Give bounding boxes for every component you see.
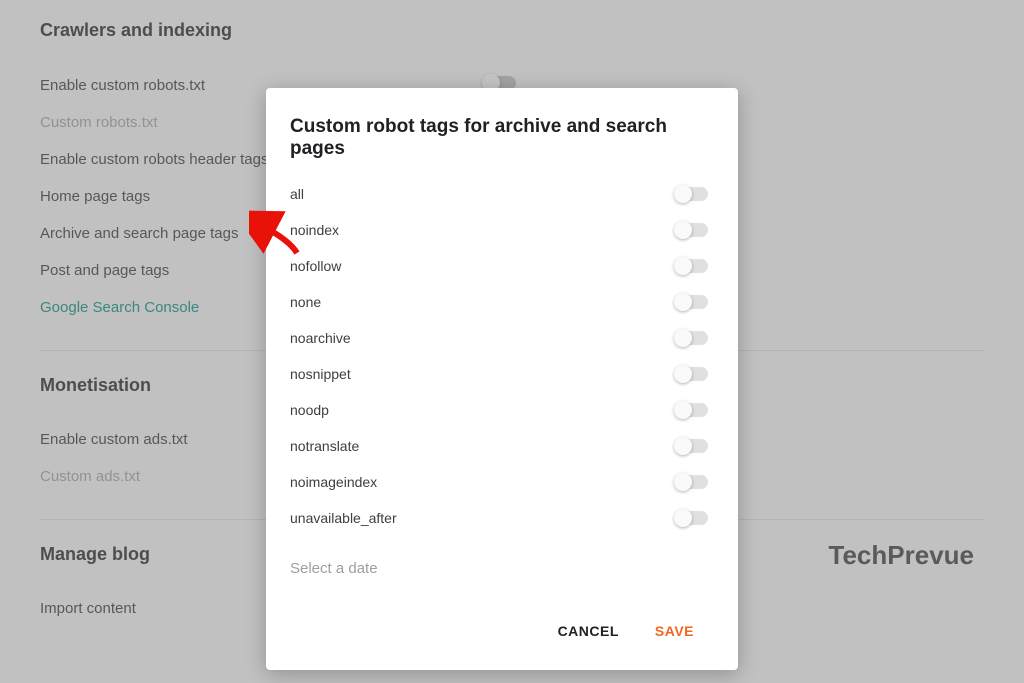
tag-row-noodp: noodp <box>266 392 738 428</box>
tag-label: nosnippet <box>290 366 351 382</box>
tag-label: all <box>290 186 304 202</box>
toggle-noimageindex[interactable] <box>676 475 708 489</box>
toggle-all[interactable] <box>676 187 708 201</box>
tag-label: none <box>290 294 321 310</box>
tag-label: notranslate <box>290 438 359 454</box>
toggle-none[interactable] <box>676 295 708 309</box>
tag-label: noarchive <box>290 330 351 346</box>
dialog-robot-tags: Custom robot tags for archive and search… <box>266 88 738 670</box>
tag-row-nofollow: nofollow <box>266 248 738 284</box>
toggle-unavailable-after[interactable] <box>676 511 708 525</box>
cancel-button[interactable]: CANCEL <box>554 617 623 645</box>
tag-row-noindex: noindex <box>266 212 738 248</box>
toggle-noodp[interactable] <box>676 403 708 417</box>
select-date[interactable]: Select a date <box>266 536 738 607</box>
tag-row-noarchive: noarchive <box>266 320 738 356</box>
toggle-nofollow[interactable] <box>676 259 708 273</box>
tag-row-all: all <box>266 176 738 212</box>
save-button[interactable]: SAVE <box>651 617 698 645</box>
tag-row-nosnippet: nosnippet <box>266 356 738 392</box>
tag-row-noimageindex: noimageindex <box>266 464 738 500</box>
tag-row-none: none <box>266 284 738 320</box>
dialog-footer: CANCEL SAVE <box>266 607 738 655</box>
tag-label: noodp <box>290 402 329 418</box>
tag-label: noimageindex <box>290 474 377 490</box>
tag-label: noindex <box>290 222 339 238</box>
toggle-notranslate[interactable] <box>676 439 708 453</box>
toggle-noindex[interactable] <box>676 223 708 237</box>
tag-row-notranslate: notranslate <box>266 428 738 464</box>
toggle-noarchive[interactable] <box>676 331 708 345</box>
dialog-title: Custom robot tags for archive and search… <box>266 88 738 176</box>
tag-label: unavailable_after <box>290 510 397 526</box>
toggle-nosnippet[interactable] <box>676 367 708 381</box>
tag-row-unavailable-after: unavailable_after <box>266 500 738 536</box>
tag-label: nofollow <box>290 258 341 274</box>
